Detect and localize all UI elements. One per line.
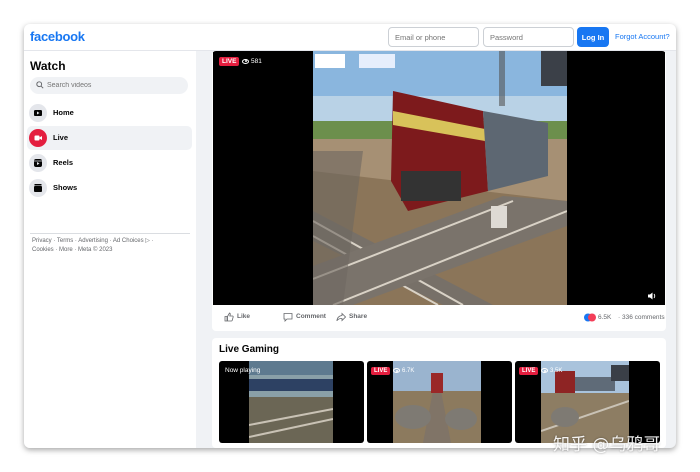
comment-icon xyxy=(283,313,293,322)
like-label: Like xyxy=(237,313,251,320)
password-field[interactable] xyxy=(483,27,574,47)
share-icon xyxy=(336,312,346,322)
now-playing-label: Now playing xyxy=(225,367,261,374)
sidebar-item-label: Shows xyxy=(53,183,78,192)
live-badge: LIVE xyxy=(519,367,539,375)
video-post: LIVE 581 Like Comment Share 6.5K · 336 c… xyxy=(212,51,666,331)
viewer-count-value: 3.5K xyxy=(550,368,563,375)
section-title: Live Gaming xyxy=(219,344,280,355)
share-label: Share xyxy=(349,313,368,320)
sidebar-item-reels[interactable]: Reels xyxy=(27,151,192,175)
viewer-count-value: 6.7K xyxy=(402,368,415,375)
sidebar-item-label: Home xyxy=(53,108,74,117)
viewer-count-value: 581 xyxy=(251,58,262,65)
browser-window: facebook Log In Forgot Account? Watch Ho… xyxy=(24,24,676,448)
forgot-account-link[interactable]: Forgot Account? xyxy=(615,32,670,41)
share-button[interactable]: Share xyxy=(336,312,368,322)
footer-line[interactable]: Cookies · More · Meta © 2023 xyxy=(32,246,187,255)
login-button[interactable]: Log In xyxy=(577,27,609,47)
live-badge: LIVE xyxy=(219,57,240,66)
video-player[interactable]: LIVE 581 xyxy=(213,51,665,305)
sidebar-item-live[interactable]: Live xyxy=(27,126,192,150)
comments-count[interactable]: · 336 comments xyxy=(618,314,665,321)
volume-icon[interactable] xyxy=(647,291,657,301)
like-icon xyxy=(224,312,234,322)
reaction-count[interactable]: 6.5K xyxy=(598,314,611,321)
reels-icon xyxy=(29,154,47,172)
eye-icon xyxy=(541,368,548,373)
viewer-count: 581 xyxy=(242,58,262,65)
eye-icon xyxy=(393,368,400,373)
footer-links: Privacy · Terms · Advertising · Ad Choic… xyxy=(32,237,187,255)
sidebar: Watch Home Live Reels Shows Privacy · Te… xyxy=(24,51,196,448)
gaming-thumb[interactable]: Now playing xyxy=(219,361,364,443)
watermark: 知乎 @乌鸦哥 xyxy=(553,435,661,455)
sidebar-item-home[interactable]: Home xyxy=(27,101,192,125)
train-video-frame xyxy=(313,51,567,305)
thumb-image xyxy=(249,361,333,443)
gaming-thumb[interactable]: LIVE 6.7K xyxy=(367,361,512,443)
sidebar-item-label: Reels xyxy=(53,158,74,167)
search-input[interactable] xyxy=(47,78,183,93)
post-actions: Like Comment Share 6.5K · 336 comments xyxy=(212,305,666,331)
sidebar-item-shows[interactable]: Shows xyxy=(27,176,192,200)
reaction-icons[interactable] xyxy=(584,313,596,322)
page-title: Watch xyxy=(30,59,66,73)
like-button[interactable]: Like xyxy=(224,312,251,322)
comment-button[interactable]: Comment xyxy=(283,313,326,322)
live-badge: LIVE xyxy=(371,367,391,375)
comment-label: Comment xyxy=(296,313,326,320)
footer-line[interactable]: Privacy · Terms · Advertising · Ad Choic… xyxy=(32,237,187,246)
search-box[interactable] xyxy=(30,77,188,94)
sidebar-item-label: Live xyxy=(53,133,69,142)
live-icon xyxy=(29,129,47,147)
sidebar-divider xyxy=(30,233,190,234)
shows-icon xyxy=(29,179,47,197)
home-icon xyxy=(29,104,47,122)
viewer-count: 6.7K xyxy=(393,368,414,374)
search-icon xyxy=(36,81,44,89)
eye-icon xyxy=(242,58,249,64)
facebook-logo[interactable]: facebook xyxy=(30,29,85,44)
top-bar: facebook Log In Forgot Account? xyxy=(24,24,676,51)
email-field[interactable] xyxy=(388,27,479,47)
viewer-count: 3.5K xyxy=(541,368,562,374)
